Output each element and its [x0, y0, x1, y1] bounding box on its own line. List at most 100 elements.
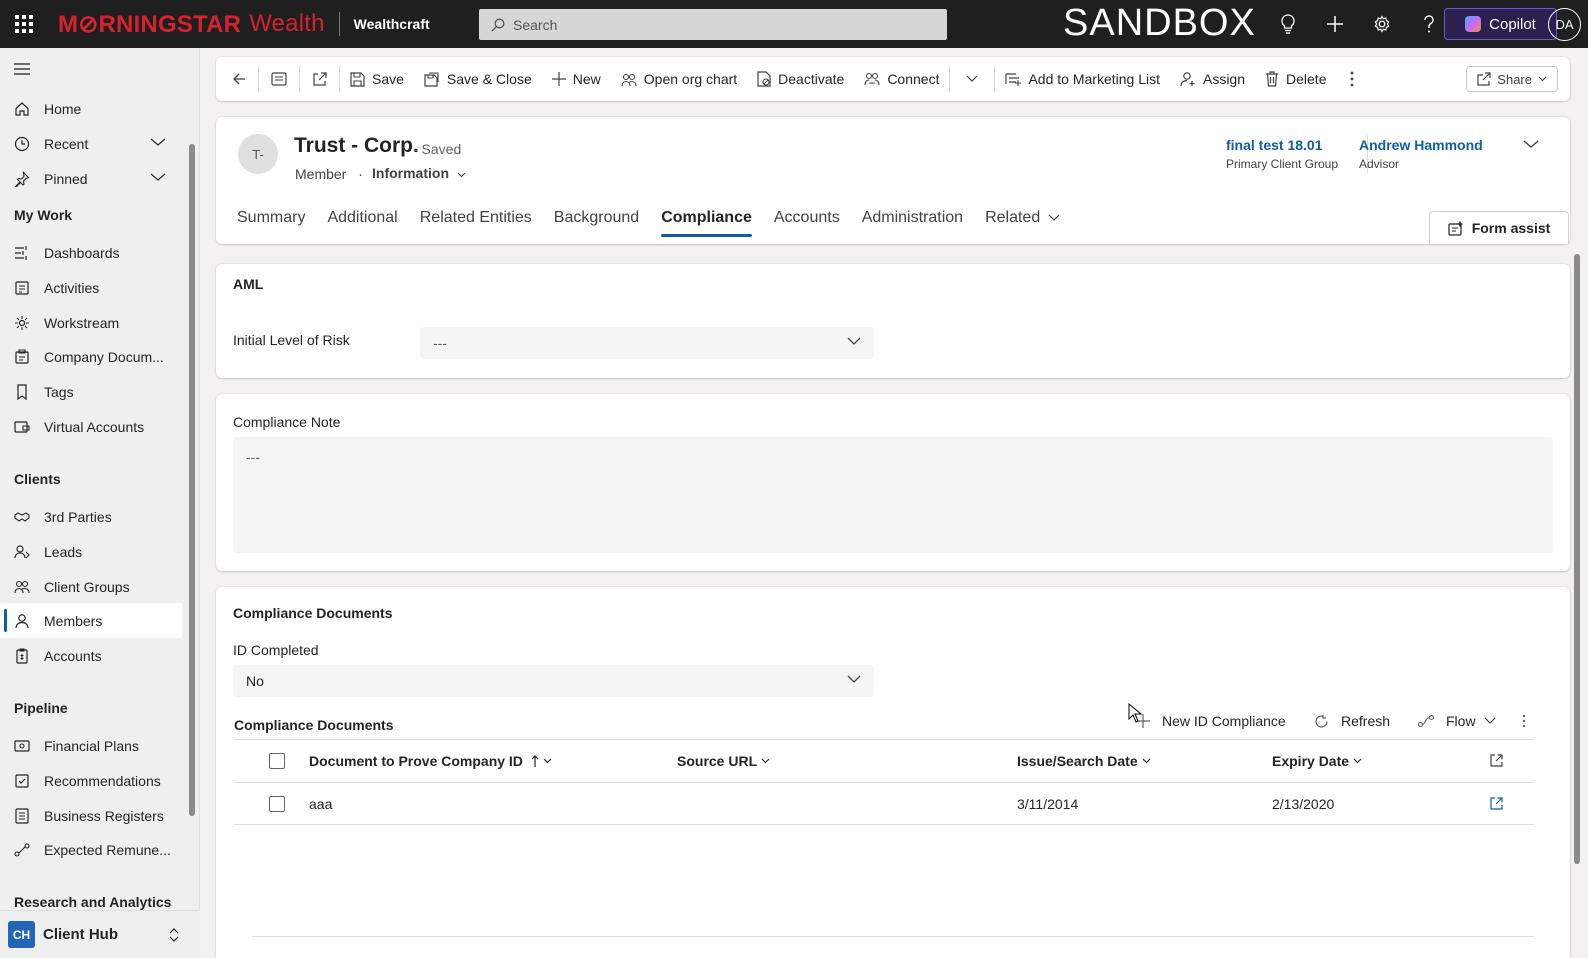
connect-button[interactable]: Connect	[854, 57, 949, 101]
tab-related[interactable]: Related	[974, 199, 1071, 237]
sidebar-item-accounts[interactable]: Accounts	[0, 638, 182, 673]
connect-dropdown-button[interactable]	[950, 57, 994, 101]
sidebar-item-recent[interactable]: Recent	[0, 126, 182, 161]
sidebar-item-workstream[interactable]: Workstream	[0, 305, 182, 340]
sidebar-item-tags[interactable]: Tags	[0, 374, 182, 409]
aml-section-title: AML	[233, 276, 264, 292]
column-header-label: Source URL	[677, 753, 758, 769]
table-row[interactable]: aaa 3/11/2014 2/13/2020	[234, 783, 1534, 825]
compliance-note-textarea[interactable]: ---	[233, 437, 1553, 553]
sidebar-item-activities[interactable]: Activities	[0, 270, 182, 305]
sidebar-item-recommendations[interactable]: Recommendations	[0, 763, 182, 798]
tab-compliance[interactable]: Compliance	[650, 199, 763, 237]
form-name: Information	[372, 165, 449, 181]
new-id-compliance-button[interactable]: New ID Compliance	[1136, 704, 1286, 738]
sidebar-item-3rd-parties[interactable]: 3rd Parties	[0, 499, 182, 534]
column-header-document[interactable]: Document to Prove Company ID	[309, 753, 552, 769]
plus-icon[interactable]	[1323, 12, 1347, 36]
more-vertical-icon	[1351, 71, 1354, 87]
chevron-down-icon	[1484, 717, 1495, 724]
form-selector[interactable]: Information	[372, 165, 466, 181]
main-scrollbar[interactable]	[1574, 254, 1580, 864]
column-header-expiry-date[interactable]: Expiry Date	[1272, 753, 1362, 769]
add-to-marketing-list-button[interactable]: Add to Marketing List	[995, 57, 1170, 101]
open-grid-view-icon[interactable]	[1490, 754, 1503, 770]
id-completed-value: No	[246, 673, 264, 689]
save-close-icon	[424, 71, 439, 87]
row-checkbox[interactable]	[269, 796, 285, 812]
open-in-new-window-button[interactable]	[300, 57, 339, 101]
lightbulb-icon[interactable]	[1276, 12, 1300, 36]
form-icon	[271, 72, 287, 86]
tab-summary[interactable]: Summary	[216, 199, 316, 237]
deactivate-button[interactable]: Deactivate	[747, 57, 854, 101]
id-completed-select[interactable]: No	[233, 665, 874, 697]
sidebar-item-home[interactable]: Home	[0, 91, 182, 126]
header-field-value[interactable]: Andrew Hammond	[1359, 137, 1483, 153]
form-view-button[interactable]	[259, 57, 299, 101]
sidebar-scrollbar[interactable]	[189, 144, 195, 816]
help-icon[interactable]	[1417, 12, 1441, 36]
app-name[interactable]: Wealthcraft	[354, 16, 430, 32]
open-record-icon[interactable]	[1490, 797, 1503, 813]
select-all-checkbox[interactable]	[269, 753, 285, 769]
chevron-down-icon	[1142, 758, 1151, 764]
subgrid-more-button[interactable]	[1522, 704, 1538, 738]
sidebar-item-leads[interactable]: Leads	[0, 534, 182, 569]
hamburger-icon[interactable]	[14, 62, 30, 78]
copilot-button[interactable]: Copilot	[1444, 8, 1557, 40]
chevron-down-icon[interactable]	[150, 172, 166, 182]
entity-name: Member ·	[295, 166, 363, 182]
header-field-label: Advisor	[1359, 157, 1400, 171]
column-header-issue-date[interactable]: Issue/Search Date	[1017, 753, 1151, 769]
form-assist-button[interactable]: Form assist	[1429, 211, 1569, 244]
handshake-icon	[14, 509, 30, 525]
tab-related-entities[interactable]: Related Entities	[409, 199, 543, 237]
user-avatar[interactable]: DA	[1548, 8, 1581, 41]
initial-risk-value: ---	[433, 335, 447, 351]
save-close-button[interactable]: Save & Close	[414, 57, 542, 101]
open-org-chart-button[interactable]: Open org chart	[611, 57, 747, 101]
refresh-button[interactable]: Refresh	[1314, 704, 1390, 738]
delete-button[interactable]: Delete	[1255, 57, 1336, 101]
column-header-source-url[interactable]: Source URL	[677, 753, 770, 769]
header-field-value[interactable]: final test 18.01	[1226, 137, 1338, 153]
gear-icon[interactable]	[1370, 12, 1394, 36]
cell-document[interactable]: aaa	[309, 796, 332, 812]
initial-risk-select[interactable]: ---	[420, 327, 874, 359]
assign-button[interactable]: Assign	[1170, 57, 1255, 101]
app-launcher-button[interactable]	[0, 0, 48, 48]
expand-header-icon[interactable]	[1523, 139, 1539, 149]
sidebar-item-label: Leads	[44, 543, 83, 560]
sidebar-item-expected-remuneration[interactable]: Expected Remune...	[0, 832, 182, 867]
sidebar-group-title: Research and Analytics	[14, 894, 172, 910]
sidebar-item-pinned[interactable]: Pinned	[0, 161, 182, 196]
tab-additional[interactable]: Additional	[316, 199, 408, 237]
tab-accounts[interactable]: Accounts	[763, 199, 851, 237]
back-button[interactable]	[216, 57, 258, 101]
refresh-icon	[1315, 714, 1328, 728]
chevron-down-icon[interactable]	[150, 137, 166, 147]
more-commands-button[interactable]	[1336, 57, 1368, 101]
sidebar-item-company-documents[interactable]: Company Docum...	[0, 339, 182, 374]
flow-button[interactable]: Flow	[1418, 704, 1496, 738]
tab-background[interactable]: Background	[543, 199, 650, 237]
sidebar-item-virtual-accounts[interactable]: Virtual Accounts	[0, 409, 182, 444]
workstream-icon	[14, 315, 30, 331]
sidebar-item-dashboards[interactable]: Dashboards	[0, 235, 182, 270]
sidebar-item-client-groups[interactable]: Client Groups	[0, 569, 182, 604]
share-button[interactable]: Share	[1466, 66, 1558, 92]
new-button[interactable]: New	[542, 57, 611, 101]
search-input[interactable]: Search	[479, 9, 947, 40]
sidebar-item-financial-plans[interactable]: Financial Plans	[0, 728, 182, 763]
refresh-label: Refresh	[1341, 713, 1391, 729]
sidebar-item-business-registers[interactable]: Business Registers	[0, 798, 182, 833]
brand-logo[interactable]: M⊘RNINGSTAR Wealth	[48, 0, 325, 48]
client-groups-icon	[14, 579, 30, 595]
sidebar-item-label: Accounts	[44, 647, 102, 664]
tab-administration[interactable]: Administration	[851, 199, 974, 237]
save-button[interactable]: Save	[340, 57, 414, 101]
sidebar-item-members[interactable]: Members	[0, 603, 182, 638]
area-switcher[interactable]: CH Client Hub	[0, 910, 200, 958]
activities-icon	[14, 280, 30, 296]
